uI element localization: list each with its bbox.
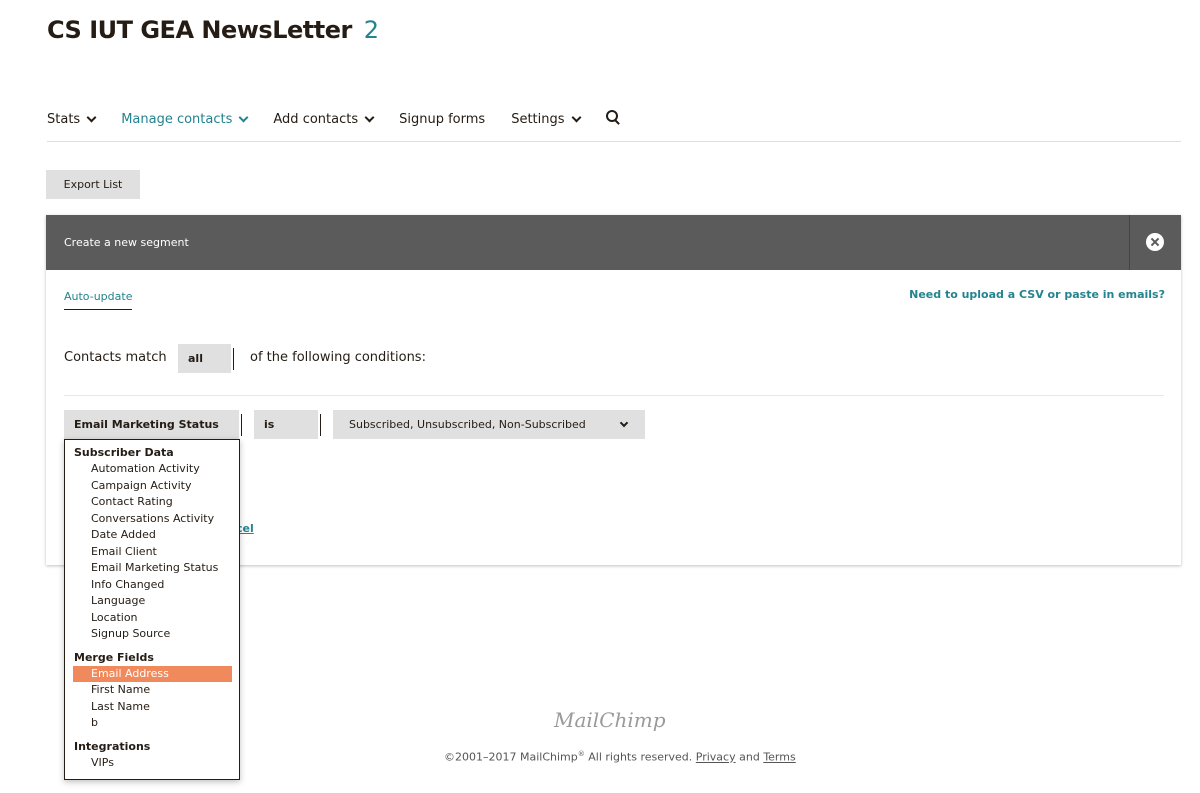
dropdown-group-integrations: Integrations — [74, 739, 151, 753]
tab-auto-update[interactable]: Auto-update — [64, 290, 133, 310]
nav-settings[interactable]: Settings — [511, 111, 581, 127]
chevron-down-icon — [364, 112, 375, 122]
dropdown-option[interactable]: Email Client — [73, 544, 232, 561]
dropdown-option[interactable]: VIPs — [73, 755, 232, 772]
nav-stats-label: Stats — [47, 111, 81, 127]
chevron-down-icon — [619, 418, 629, 428]
segment-panel-header: Create a new segment — [46, 215, 1181, 270]
nav-add-contacts-label: Add contacts — [273, 111, 359, 127]
dropdown-option[interactable]: Language — [73, 593, 232, 610]
nav-manage-contacts-label: Manage contacts — [121, 111, 233, 127]
nav-stats[interactable]: Stats — [47, 111, 97, 127]
nav-add-contacts[interactable]: Add contacts — [273, 111, 375, 127]
nav-manage-contacts[interactable]: Manage contacts — [121, 111, 249, 127]
nav-signup-forms-label: Signup forms — [399, 111, 486, 127]
match-prefix-label: Contacts match — [64, 350, 167, 365]
chevron-down-icon — [238, 112, 249, 122]
list-count: 2 — [363, 16, 379, 44]
nav-signup-forms[interactable]: Signup forms — [399, 112, 485, 127]
rights-text: All rights reserved. — [584, 750, 696, 764]
search-icon[interactable] — [605, 110, 620, 125]
condition-value-select[interactable]: Subscribed, Unsubscribed, Non-Subscribed — [333, 410, 645, 439]
close-icon[interactable] — [1146, 233, 1164, 251]
condition-operator-value: is — [264, 418, 275, 431]
upload-csv-link[interactable]: Need to upload a CSV or paste in emails? — [909, 288, 1165, 301]
nav-divider — [47, 141, 1181, 142]
condition-field-select[interactable]: Email Marketing Status — [64, 410, 242, 439]
match-select[interactable]: all — [178, 344, 234, 373]
dropdown-option[interactable]: Date Added — [73, 527, 232, 544]
dropdown-option[interactable]: First Name — [73, 682, 232, 699]
field-dropdown-menu: Subscriber Data Automation Activity Camp… — [64, 439, 240, 780]
dropdown-option[interactable]: Conversations Activity — [73, 511, 232, 528]
dropdown-option[interactable]: Email Marketing Status — [73, 560, 232, 577]
chevron-down-icon — [86, 112, 97, 122]
mailchimp-logo: MailChimp — [554, 708, 666, 732]
registered-mark: ® — [577, 750, 585, 758]
condition-field-value: Email Marketing Status — [74, 418, 219, 431]
and-text: and — [735, 750, 764, 764]
conditions-divider — [64, 395, 1164, 396]
nav-settings-label: Settings — [511, 111, 565, 127]
page-title: CS IUT GEA NewsLetter 2 — [47, 16, 379, 44]
dropdown-option[interactable]: Location — [73, 610, 232, 627]
terms-link[interactable]: Terms — [763, 751, 795, 764]
match-suffix-label: of the following conditions: — [250, 350, 426, 365]
segment-panel-title: Create a new segment — [64, 236, 189, 249]
dropdown-option[interactable]: Info Changed — [73, 577, 232, 594]
dropdown-option[interactable]: Signup Source — [73, 626, 232, 643]
dropdown-option-selected[interactable]: Email Address — [73, 665, 232, 682]
footer-copyright: ©2001–2017 MailChimp® All rights reserve… — [444, 750, 796, 764]
dropdown-option[interactable]: Last Name — [73, 699, 232, 716]
dropdown-group-subscriber-data: Subscriber Data — [74, 446, 174, 459]
condition-operator-select[interactable]: is — [254, 410, 321, 439]
privacy-link[interactable]: Privacy — [696, 751, 736, 764]
dropdown-option[interactable]: Contact Rating — [73, 494, 232, 511]
condition-value-text: Subscribed, Unsubscribed, Non-Subscribed — [349, 418, 586, 431]
header-divider — [1129, 215, 1130, 270]
chevron-down-icon — [571, 112, 581, 122]
main-nav: Stats Manage contacts Add contacts Signu… — [47, 108, 620, 130]
copyright-text: ©2001–2017 MailChimp — [444, 750, 578, 764]
list-name: CS IUT GEA NewsLetter — [47, 16, 352, 44]
dropdown-option[interactable]: Automation Activity — [73, 461, 232, 478]
export-list-button[interactable]: Export List — [46, 170, 140, 199]
dropdown-option[interactable]: b — [73, 715, 232, 732]
dropdown-group-merge-fields: Merge Fields — [74, 650, 154, 664]
match-select-value: all — [188, 352, 203, 365]
dropdown-option[interactable]: Campaign Activity — [73, 478, 232, 495]
